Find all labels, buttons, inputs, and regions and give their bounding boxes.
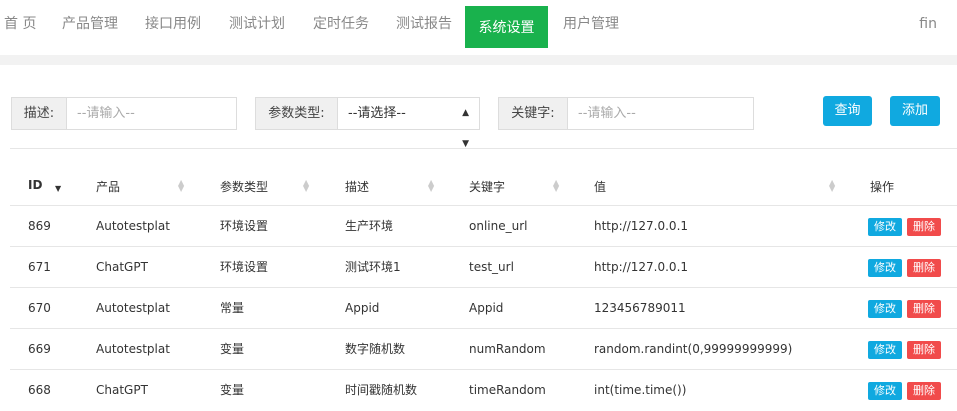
delete-button[interactable]: 删除	[907, 300, 941, 318]
delete-button[interactable]: 删除	[907, 382, 941, 400]
nav-user-management[interactable]: 用户管理	[563, 0, 619, 42]
cell-product: Autotestplat	[96, 342, 170, 356]
top-nav: 首 页 产品管理 接口用例 测试计划 定时任务 测试报告 系统设置 用户管理 f…	[0, 0, 957, 48]
delete-button[interactable]: 删除	[907, 341, 941, 359]
cell-desc: 数字随机数	[345, 342, 406, 356]
type-label: 参数类型:	[255, 97, 338, 130]
header-product[interactable]: 产品	[96, 178, 120, 195]
cell-keyword: timeRandom	[469, 383, 546, 397]
sort-icon[interactable]: ▲ ▼	[178, 179, 184, 193]
current-user[interactable]: fin	[919, 0, 937, 48]
cell-value: http://127.0.0.1	[594, 260, 689, 274]
cell-keyword: Appid	[469, 301, 504, 315]
cell-type: 变量	[220, 383, 245, 397]
table-row: 671 ChatGPT 环境设置 测试环境1 test_url http://1…	[10, 246, 957, 288]
cell-value: 123456789011	[594, 301, 686, 315]
nav-home[interactable]: 首 页	[4, 0, 36, 42]
cell-id: 669	[28, 342, 51, 356]
header-param-type[interactable]: 参数类型	[220, 178, 268, 195]
edit-button[interactable]: 修改	[868, 218, 902, 236]
cell-id: 869	[28, 219, 51, 233]
cell-product: Autotestplat	[96, 219, 170, 233]
cell-type: 环境设置	[220, 260, 269, 274]
keyword-input[interactable]: --请输入--	[567, 97, 754, 130]
nav-scheduled-tasks[interactable]: 定时任务	[313, 0, 369, 42]
type-select-value: --请选择--	[348, 106, 406, 121]
edit-button[interactable]: 修改	[868, 341, 902, 359]
cell-type: 环境设置	[220, 219, 269, 233]
nav-system-settings[interactable]: 系统设置	[465, 6, 548, 48]
keyword-label: 关键字:	[498, 97, 568, 130]
cell-desc: 测试环境1	[345, 260, 401, 274]
nav-divider	[0, 55, 957, 65]
cell-value: random.randint(0,99999999999)	[594, 342, 793, 356]
type-select[interactable]: --请选择-- ▲ ▼	[337, 97, 480, 149]
filter-divider	[10, 148, 957, 149]
sort-desc-icon[interactable]: ▼	[55, 180, 61, 193]
edit-button[interactable]: 修改	[868, 300, 902, 318]
delete-button[interactable]: 删除	[907, 218, 941, 236]
cell-product: ChatGPT	[96, 260, 148, 274]
cell-id: 668	[28, 383, 51, 397]
nav-test-reports[interactable]: 测试报告	[396, 0, 452, 42]
cell-product: Autotestplat	[96, 301, 170, 315]
cell-desc: 时间戳随机数	[345, 383, 418, 397]
nav-test-plans[interactable]: 测试计划	[229, 0, 285, 42]
select-arrows-icon: ▲ ▼	[462, 108, 469, 149]
table-row: 669 Autotestplat 变量 数字随机数 numRandom rand…	[10, 328, 957, 370]
add-button[interactable]: 添加	[890, 96, 940, 126]
cell-value: int(time.time())	[594, 383, 687, 397]
cell-product: ChatGPT	[96, 383, 148, 397]
header-keyword[interactable]: 关键字	[469, 178, 505, 195]
cell-value: http://127.0.0.1	[594, 219, 689, 233]
cell-id: 670	[28, 301, 51, 315]
table-row: 670 Autotestplat 常量 Appid Appid 12345678…	[10, 287, 957, 329]
desc-label: 描述:	[11, 97, 67, 130]
table-row: 668 ChatGPT 变量 时间戳随机数 timeRandom int(tim…	[10, 369, 957, 411]
table-row: 869 Autotestplat 环境设置 生产环境 online_url ht…	[10, 205, 957, 247]
cell-type: 变量	[220, 342, 245, 356]
sort-icon[interactable]: ▲ ▼	[829, 179, 835, 193]
sort-icon[interactable]: ▲ ▼	[428, 179, 434, 193]
delete-button[interactable]: 删除	[907, 259, 941, 277]
cell-type: 常量	[220, 301, 245, 315]
cell-keyword: numRandom	[469, 342, 546, 356]
nav-products[interactable]: 产品管理	[62, 0, 118, 42]
header-id[interactable]: ID	[28, 178, 42, 192]
nav-api-cases[interactable]: 接口用例	[145, 0, 201, 42]
cell-id: 671	[28, 260, 51, 274]
sort-icon[interactable]: ▲ ▼	[553, 179, 559, 193]
header-actions: 操作	[870, 180, 895, 194]
cell-desc: Appid	[345, 301, 380, 315]
cell-desc: 生产环境	[345, 219, 394, 233]
header-value[interactable]: 值	[594, 178, 606, 195]
header-description[interactable]: 描述	[345, 178, 369, 195]
query-button[interactable]: 查询	[823, 96, 872, 126]
cell-keyword: online_url	[469, 219, 528, 233]
edit-button[interactable]: 修改	[868, 382, 902, 400]
cell-keyword: test_url	[469, 260, 514, 274]
edit-button[interactable]: 修改	[868, 259, 902, 277]
sort-icon[interactable]: ▲ ▼	[303, 179, 309, 193]
desc-input[interactable]: --请输入--	[66, 97, 237, 130]
